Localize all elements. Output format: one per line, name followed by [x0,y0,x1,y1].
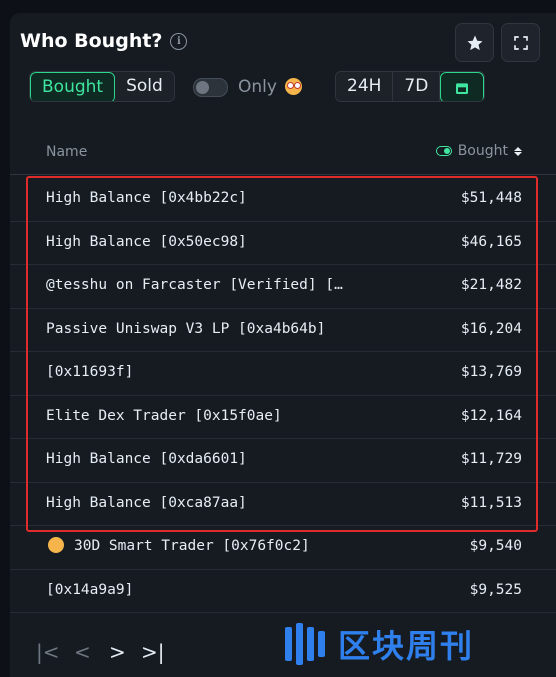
bought-sold-tabs: Bought Sold [29,71,175,102]
only-label: Only [238,77,277,97]
favorite-button[interactable] [455,23,494,62]
time-range-tabs: 24H 7D [335,71,486,102]
row-name[interactable]: High Balance [0x4bb22c] [46,190,247,206]
row-name[interactable]: High Balance [0xca87aa] [46,495,247,511]
star-icon [467,35,482,50]
next-page-button[interactable]: > [109,640,126,664]
watermark-logo-icon [285,623,325,665]
row-name[interactable]: Passive Uniswap V3 LP [0xa4b64b] [46,321,325,337]
range-24h[interactable]: 24H [336,72,394,101]
info-icon[interactable]: i [170,32,188,50]
tab-sold[interactable]: Sold [115,72,174,101]
table-row[interactable]: High Balance [0x50ec98] $46,165 [10,221,556,265]
toggle-icon [435,146,452,156]
row-name[interactable]: High Balance [0xda6601] [46,451,247,467]
table-header: Name Bought [10,130,556,175]
prev-page-button[interactable]: < [74,640,91,664]
range-7d[interactable]: 7D [393,72,441,101]
title-text: Who Bought? [20,30,163,52]
range-calendar-button[interactable] [440,72,485,101]
row-value: $9,525 [469,581,522,598]
row-value: $21,482 [460,277,522,293]
row-value: $16,204 [460,320,522,337]
row-name[interactable]: Elite Dex Trader [0x15f0ae] [46,408,282,424]
row-value: $51,448 [460,190,522,206]
expand-icon [513,35,528,50]
panel-title: Who Bought? i [20,30,188,52]
tab-bought[interactable]: Bought [30,72,116,101]
row-value: $13,769 [460,364,522,380]
emoji-face-icon [285,78,302,95]
row-name[interactable]: [0x14a9a9] [46,582,133,598]
table-row[interactable]: High Balance [0xda6601] $11,729 [10,438,556,483]
row-name[interactable]: [0x11693f] [46,364,133,380]
column-bought[interactable]: Bought [435,143,522,159]
first-page-button[interactable]: |< [36,640,60,664]
watermark-text: 区块周刊 [338,627,475,665]
watermark: 区块周刊 [282,621,474,667]
table-row[interactable]: Elite Dex Trader [0x15f0ae] $12,164 [10,395,556,439]
row-value: $9,540 [469,538,522,554]
row-name[interactable]: @tesshu on Farcaster [Verified] [… [46,277,343,293]
table-row[interactable]: [0x14a9a9] $9,525 [10,569,556,613]
row-value: $12,164 [460,407,522,424]
expand-button[interactable] [501,23,540,62]
row-name[interactable]: 30D Smart Trader [0x76f0c2] [74,538,310,554]
only-toggle[interactable] [193,78,228,97]
column-name: Name [46,144,88,160]
table-row[interactable]: 30D Smart Trader [0x76f0c2] $9,540 [10,525,556,570]
row-value: $46,165 [460,233,522,250]
column-bought-label: Bought [457,143,508,159]
sort-icon [514,146,522,156]
table-row[interactable]: @tesshu on Farcaster [Verified] [… $21,48… [10,264,556,309]
table-row[interactable]: Passive Uniswap V3 LP [0xa4b64b] $16,204 [10,308,556,352]
table-row[interactable]: High Balance [0xca87aa] $11,513 [10,482,556,526]
row-value: $11,729 [460,451,522,467]
emoji-face-icon [48,537,64,553]
calendar-icon [456,82,469,94]
row-value: $11,513 [460,494,522,511]
row-name[interactable]: High Balance [0x50ec98] [46,234,247,250]
table-row[interactable]: High Balance [0x4bb22c] $51,448 [10,177,556,222]
table-row[interactable]: [0x11693f] $13,769 [10,351,556,396]
last-page-button[interactable]: >| [141,640,165,664]
toggle-knob [196,81,209,94]
